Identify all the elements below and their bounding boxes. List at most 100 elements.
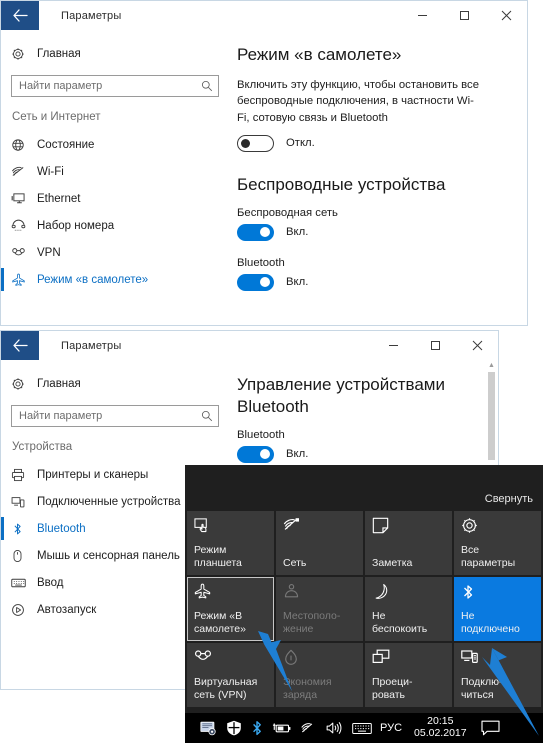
tile-label: Экономия заряда: [283, 676, 332, 702]
bluetooth-icon: [11, 522, 37, 536]
windows-defender-icon[interactable]: [226, 720, 242, 736]
toggle-state-label: Откл.: [286, 137, 315, 150]
battery-saver-icon: [283, 649, 357, 671]
tray-settings-icon[interactable]: [200, 721, 217, 736]
bluetooth-toggle-row: Вкл.: [237, 445, 480, 463]
search-box[interactable]: [11, 75, 219, 97]
tile-label: Режим «В самолете»: [194, 610, 246, 636]
tile-airplane-mode[interactable]: Режим «В самолете»: [187, 577, 274, 641]
sidebar-item-label: VPN: [37, 246, 61, 259]
page-title: Управление устройствами Bluetooth: [237, 375, 445, 416]
back-button[interactable]: [1, 1, 39, 30]
minimize-button[interactable]: [401, 1, 443, 30]
maximize-button[interactable]: [414, 331, 456, 360]
sidebar-item-wifi[interactable]: Wi-Fi: [1, 158, 229, 185]
action-center-header: Свернуть: [185, 465, 543, 511]
bluetooth-icon: [461, 583, 535, 605]
action-center[interactable]: Свернуть Режим планшета Сеть Заметка Все…: [185, 465, 543, 713]
section-title-wireless-devices: Беспроводные устройства: [237, 174, 446, 194]
tablet-mode-icon: [194, 517, 268, 539]
tile-network[interactable]: Сеть: [276, 511, 363, 575]
back-button[interactable]: [1, 331, 39, 360]
tile-label: Подклю- читься: [461, 676, 503, 702]
volume-icon[interactable]: [326, 721, 343, 735]
bluetooth-toggle[interactable]: [237, 273, 274, 291]
tile-do-not-disturb[interactable]: Не беспокоить: [365, 577, 452, 641]
close-button[interactable]: [485, 1, 527, 30]
keyboard-layout-icon[interactable]: [352, 722, 372, 735]
wireless-network-section: Беспроводная сеть Вкл.: [237, 207, 509, 241]
search-box[interactable]: [11, 405, 219, 427]
sidebar-item-label: Главная: [37, 377, 81, 390]
toggle-state-label: Вкл.: [286, 276, 309, 289]
tile-all-settings[interactable]: Все параметры: [454, 511, 541, 575]
scroll-up-arrow-icon[interactable]: ▲: [487, 360, 496, 370]
moon-icon: [372, 583, 446, 605]
clock[interactable]: 20:15 05.02.2017: [414, 715, 467, 740]
sidebar-item-home[interactable]: Главная: [1, 370, 229, 397]
tile-tablet-mode[interactable]: Режим планшета: [187, 511, 274, 575]
globe-icon: [11, 138, 37, 152]
maximize-icon: [459, 10, 470, 21]
titlebar[interactable]: Параметры: [1, 1, 527, 30]
tile-battery-saver[interactable]: Экономия заряда: [276, 643, 363, 707]
sidebar-group-header: Сеть и Интернет: [12, 111, 101, 123]
toggle-state-label: Вкл.: [286, 448, 309, 460]
bluetooth-icon[interactable]: [251, 720, 263, 736]
page-description: Включить эту функцию, чтобы остановить в…: [237, 78, 479, 124]
search-icon: [196, 410, 218, 422]
close-button[interactable]: [456, 331, 498, 360]
sidebar-item-vpn[interactable]: VPN: [1, 239, 229, 266]
vpn-icon: [11, 246, 37, 259]
note-icon: [372, 517, 446, 539]
scrollbar-thumb[interactable]: [488, 372, 495, 460]
bluetooth-section: Bluetooth Вкл.: [237, 257, 509, 291]
wifi-icon[interactable]: [300, 721, 317, 735]
battery-icon[interactable]: [272, 721, 291, 735]
vpn-icon: [194, 649, 268, 671]
ethernet-icon: [11, 192, 37, 205]
tile-note[interactable]: Заметка: [365, 511, 452, 575]
tile-project[interactable]: Проеци- ровать: [365, 643, 452, 707]
settings-window-network[interactable]: Параметры Главная Найти параметр Сеть и …: [0, 0, 528, 326]
sidebar-item-ethernet[interactable]: Ethernet: [1, 185, 229, 212]
airplane-icon: [194, 583, 268, 605]
quick-action-tiles: Режим планшета Сеть Заметка Все параметр…: [185, 511, 543, 709]
toggle-state-label: Вкл.: [286, 226, 309, 239]
maximize-button[interactable]: [443, 1, 485, 30]
language-indicator[interactable]: РУС: [380, 722, 402, 734]
sidebar-item-label: Ethernet: [37, 192, 81, 205]
tile-bluetooth[interactable]: Не подключено: [454, 577, 541, 641]
page-title: Режим «в самолете»: [237, 45, 402, 64]
close-icon: [472, 340, 483, 351]
content-pane-network: Режим «в самолете» Включить эту функцию,…: [229, 30, 527, 325]
back-arrow-icon: [12, 9, 28, 22]
taskbar[interactable]: РУС 20:15 05.02.2017: [185, 713, 543, 743]
search-input[interactable]: [12, 79, 196, 93]
titlebar[interactable]: Параметры: [1, 331, 498, 360]
sidebar-item-label: Ввод: [37, 576, 64, 589]
autoplay-icon: [11, 603, 37, 617]
gear-icon: [11, 377, 37, 391]
sidebar-item-dialup[interactable]: Набор номера: [1, 212, 229, 239]
sidebar-item-status[interactable]: Состояние: [1, 131, 229, 158]
tile-label: Не беспокоить: [372, 610, 428, 636]
action-center-icon[interactable]: [481, 720, 500, 737]
sidebar-item-home[interactable]: Главная: [1, 40, 229, 67]
wireless-network-toggle[interactable]: [237, 223, 274, 241]
tile-label: Не подключено: [461, 610, 520, 636]
minimize-button[interactable]: [372, 331, 414, 360]
collapse-button[interactable]: Свернуть: [485, 493, 533, 505]
search-input[interactable]: [12, 409, 196, 423]
window-title: Параметры: [61, 339, 122, 352]
tile-vpn[interactable]: Виртуальная сеть (VPN): [187, 643, 274, 707]
tile-connect[interactable]: Подклю- читься: [454, 643, 541, 707]
sidebar-item-label: Подключенные устройства: [37, 495, 181, 508]
bluetooth-toggle[interactable]: [237, 445, 274, 463]
wireless-network-label: Беспроводная сеть: [237, 206, 338, 219]
tile-location[interactable]: Местополо- жение: [276, 577, 363, 641]
airplane-mode-toggle[interactable]: [237, 134, 274, 152]
network-wifi-icon: [283, 517, 357, 539]
printer-icon: [11, 468, 37, 482]
sidebar-item-airplane-mode[interactable]: Режим «в самолете»: [1, 266, 229, 293]
